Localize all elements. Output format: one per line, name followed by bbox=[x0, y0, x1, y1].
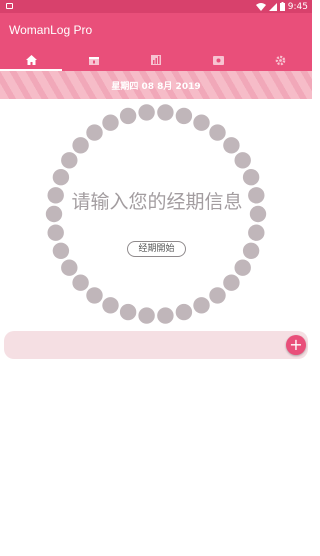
cycle-day-dot[interactable] bbox=[119, 303, 137, 321]
cycle-day-dot[interactable] bbox=[52, 169, 70, 186]
date-text: 星期四 08 8月 2019 bbox=[111, 81, 201, 92]
cycle-day-dot[interactable] bbox=[138, 104, 155, 121]
home-icon bbox=[25, 55, 37, 65]
cycle-day-dot[interactable] bbox=[234, 152, 251, 169]
cycle-day-dot[interactable] bbox=[157, 104, 174, 121]
cycle-day-dot[interactable] bbox=[72, 137, 89, 154]
cycle-day-dot[interactable] bbox=[72, 274, 89, 291]
cycle-day-dot[interactable] bbox=[61, 152, 78, 169]
book-icon bbox=[212, 55, 224, 65]
signal-icon bbox=[268, 2, 277, 11]
cycle-day-dot[interactable] bbox=[234, 259, 251, 276]
cycle-day-dot[interactable] bbox=[102, 114, 119, 131]
cycle-day-dot[interactable] bbox=[209, 287, 226, 304]
tab-bar bbox=[0, 49, 312, 71]
cycle-ring bbox=[45, 104, 267, 324]
cycle-day-dot[interactable] bbox=[193, 297, 210, 314]
cycle-day-dot[interactable] bbox=[242, 169, 260, 186]
app-title: WomanLog Pro bbox=[9, 23, 93, 37]
notes-bar[interactable] bbox=[4, 331, 308, 359]
cycle-day-dot[interactable] bbox=[223, 274, 240, 291]
cycle-day-dot[interactable] bbox=[52, 242, 70, 259]
app-bar: WomanLog Pro bbox=[0, 13, 312, 49]
cycle-day-dot[interactable] bbox=[242, 242, 260, 259]
cycle-day-dot[interactable] bbox=[175, 107, 193, 125]
tab-calendar[interactable] bbox=[62, 49, 124, 71]
cycle-day-dot[interactable] bbox=[248, 224, 265, 241]
tab-book[interactable] bbox=[187, 49, 249, 71]
cycle-prompt: 请输入您的经期信息 bbox=[71, 191, 243, 213]
date-banner: 星期四 08 8月 2019 bbox=[0, 71, 312, 99]
cycle-day-dot[interactable] bbox=[209, 124, 226, 141]
gear-icon bbox=[276, 55, 286, 65]
cycle-day-dot[interactable] bbox=[86, 124, 103, 141]
cycle-day-dot[interactable] bbox=[175, 303, 193, 321]
tab-home[interactable] bbox=[0, 49, 63, 71]
cycle-day-dot[interactable] bbox=[61, 259, 78, 276]
tab-settings[interactable] bbox=[250, 49, 312, 71]
cycle-day-dot[interactable] bbox=[86, 287, 103, 304]
cycle-day-dot[interactable] bbox=[193, 114, 210, 131]
chart-icon bbox=[151, 55, 162, 65]
image-notification-icon bbox=[6, 3, 13, 9]
cycle-day-dot[interactable] bbox=[119, 107, 137, 125]
battery-icon bbox=[279, 2, 285, 11]
calendar-icon bbox=[88, 56, 99, 65]
cycle-day-dot[interactable] bbox=[47, 224, 64, 241]
cycle-day-dot[interactable] bbox=[223, 137, 240, 154]
wifi-icon bbox=[255, 2, 266, 11]
period-start-button[interactable]: 经期開始 bbox=[127, 241, 186, 257]
cycle-day-dot[interactable] bbox=[157, 307, 174, 324]
status-icons: 9:45 bbox=[255, 0, 308, 13]
cycle-day-dot[interactable] bbox=[102, 297, 119, 314]
tab-chart[interactable] bbox=[125, 49, 187, 71]
status-bar: 9:45 bbox=[0, 0, 312, 13]
status-time: 9:45 bbox=[287, 1, 308, 12]
cycle-day-dot[interactable] bbox=[138, 307, 155, 324]
add-button[interactable]: + bbox=[286, 335, 306, 355]
